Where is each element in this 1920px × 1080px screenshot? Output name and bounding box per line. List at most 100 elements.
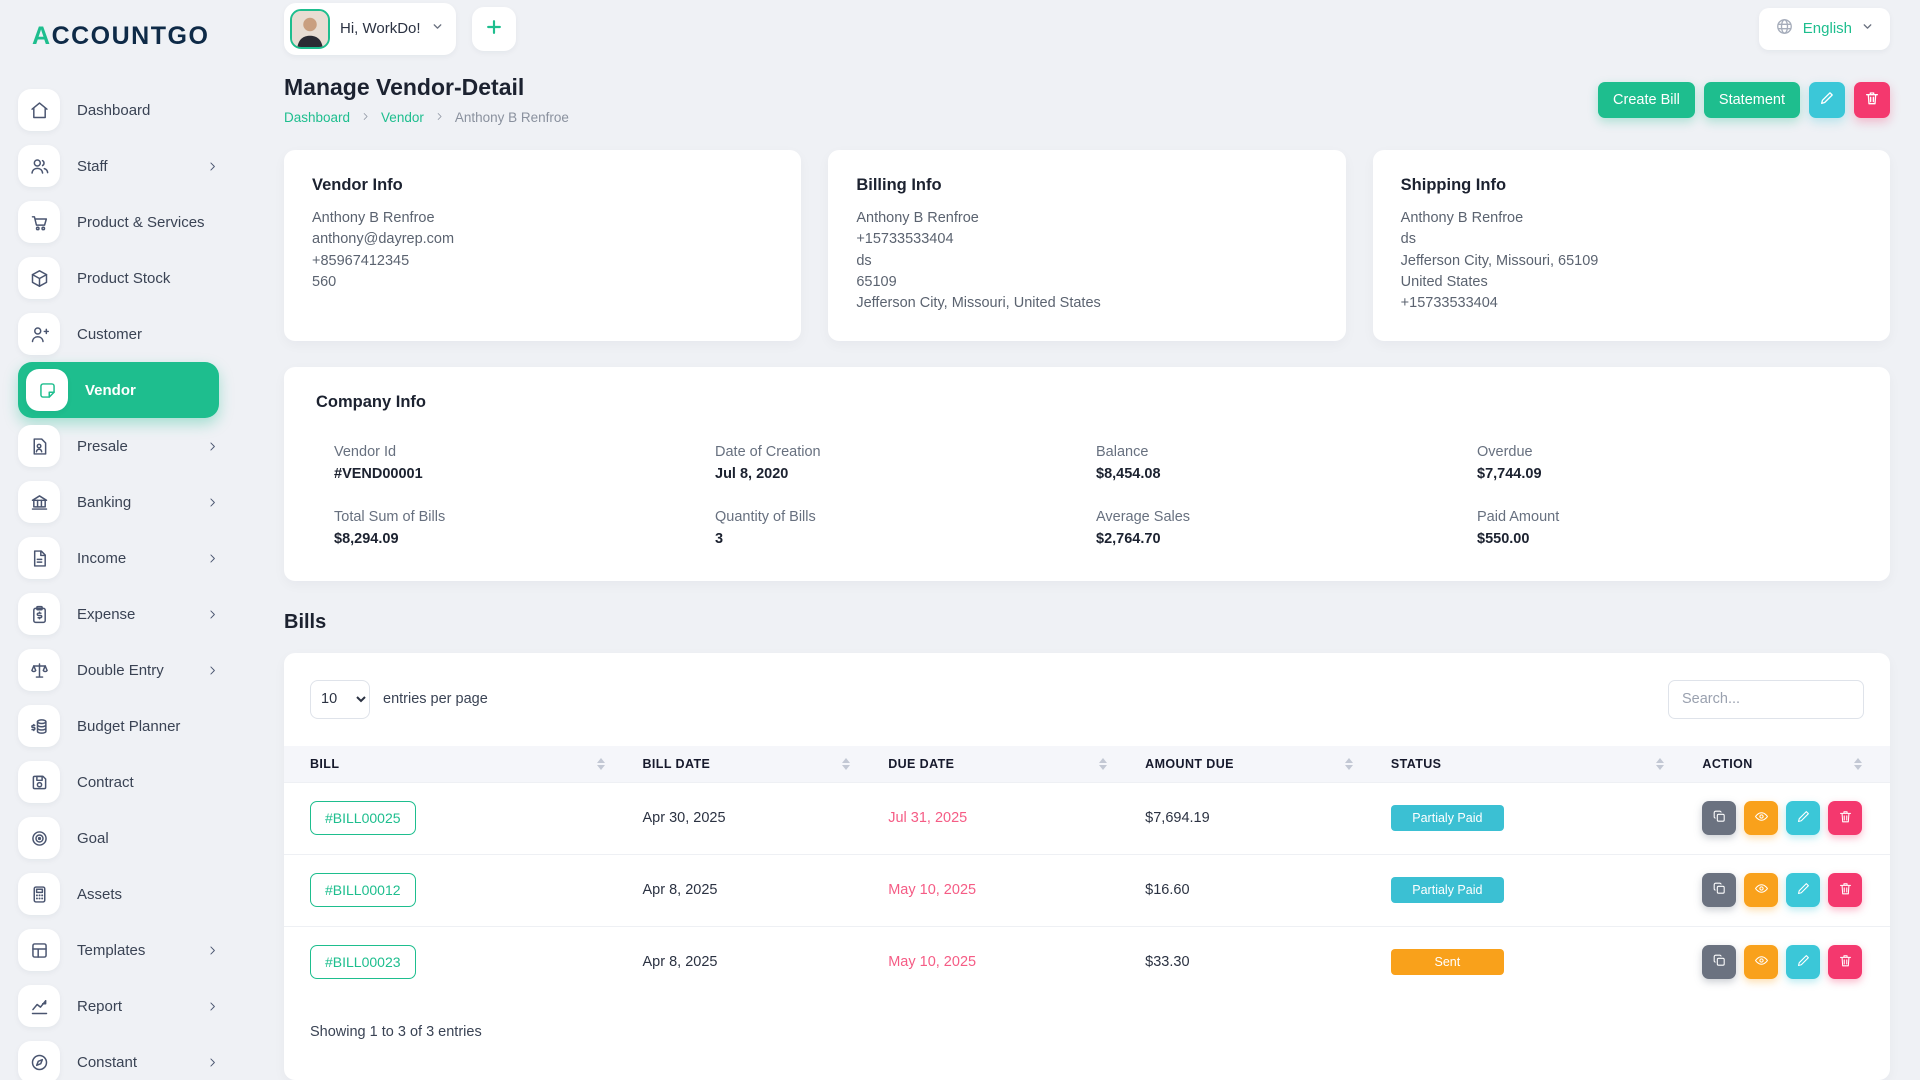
column-header-amount-due[interactable]: AMOUNT DUE [1135,746,1381,783]
sidebar-item-label: Budget Planner [77,718,180,735]
cart-icon [18,201,60,243]
column-header-bill[interactable]: BILL [284,746,633,783]
avatar [290,9,330,49]
sidebar-item-expense[interactable]: Expense [18,586,233,642]
column-header-status[interactable]: STATUS [1381,746,1693,783]
entries-per-page-select[interactable]: 10 [310,680,370,719]
coins-icon [18,705,60,747]
field-value: 3 [715,531,1096,547]
delete-bill-button[interactable] [1828,873,1862,907]
chevron-right-icon [206,160,219,173]
view-bill-button[interactable] [1744,801,1778,835]
sidebar-item-label: Constant [77,1054,137,1071]
pencil-icon [1819,90,1835,110]
company-field-total-sum-of-bills: Total Sum of Bills $8,294.09 [334,509,715,547]
trash-icon [1864,90,1880,110]
status-badge: Partialy Paid [1391,877,1504,903]
sidebar-item-constant[interactable]: Constant [18,1034,233,1080]
field-label: Balance [1096,444,1477,460]
bill-date-cell: Apr 8, 2025 [633,854,879,926]
sidebar-item-customer[interactable]: Customer [18,306,233,362]
delete-bill-button[interactable] [1828,801,1862,835]
sidebar-item-product-stock[interactable]: Product Stock [18,250,233,306]
sort-icon [1345,758,1353,770]
column-header-bill-date[interactable]: BILL DATE [633,746,879,783]
sort-icon [1099,758,1107,770]
search-input[interactable] [1668,680,1864,719]
bill-row: #BILL00023 Apr 8, 2025 May 10, 2025 $33.… [284,926,1890,998]
create-bill-button[interactable]: Create Bill [1598,82,1695,118]
user-menu[interactable]: Hi, WorkDo! [284,3,456,55]
view-bill-button[interactable] [1744,873,1778,907]
brand-logo: ACCOUNTGO [18,0,233,72]
column-label: AMOUNT DUE [1145,757,1234,771]
statement-button[interactable]: Statement [1704,82,1800,118]
bill-number-link[interactable]: #BILL00012 [310,873,416,907]
edit-bill-button[interactable] [1786,945,1820,979]
sidebar-item-dashboard[interactable]: Dashboard [18,82,233,138]
chevron-right-icon [206,608,219,621]
sidebar-item-income[interactable]: Income [18,530,233,586]
main-column: Hi, WorkDo! English [233,0,1920,1080]
trash-icon [1838,953,1853,971]
row-actions [1702,801,1880,835]
duplicate-bill-button[interactable] [1702,873,1736,907]
due-date-cell: May 10, 2025 [878,926,1135,998]
users-icon [18,145,60,187]
info-line: Anthony B Renfroe [312,208,773,229]
add-button[interactable] [472,7,516,51]
brand-rest: CCOUNTGO [52,22,210,50]
status-badge: Partialy Paid [1391,805,1504,831]
sidebar-item-budget-planner[interactable]: Budget Planner [18,698,233,754]
duplicate-bill-button[interactable] [1702,801,1736,835]
duplicate-bill-button[interactable] [1702,945,1736,979]
chevron-down-icon [1861,20,1874,38]
info-line: Anthony B Renfroe [856,208,1317,229]
info-cards-row: Vendor InfoAnthony B Renfroeanthony@dayr… [284,150,1890,341]
sidebar-item-label: Goal [77,830,109,847]
sidebar-item-goal[interactable]: Goal [18,810,233,866]
breadcrumb-item[interactable]: Vendor [381,110,424,125]
breadcrumb-item[interactable]: Dashboard [284,110,350,125]
edit-vendor-button[interactable] [1809,82,1845,118]
column-header-due-date[interactable]: DUE DATE [878,746,1135,783]
chart-icon [18,985,60,1027]
sidebar-item-contract[interactable]: Contract [18,754,233,810]
view-bill-button[interactable] [1744,945,1778,979]
field-value: $8,454.08 [1096,466,1477,482]
info-line: 65109 [856,272,1317,293]
sidebar-nav: DashboardStaffProduct & ServicesProduct … [18,82,233,1080]
home-icon [18,89,60,131]
due-date-cell: May 10, 2025 [878,854,1135,926]
topbar: Hi, WorkDo! English [233,0,1920,58]
bill-row: #BILL00025 Apr 30, 2025 Jul 31, 2025 $7,… [284,782,1890,854]
sidebar-item-assets[interactable]: Assets [18,866,233,922]
sidebar-item-report[interactable]: Report [18,978,233,1034]
info-line: anthony@dayrep.com [312,229,773,250]
edit-bill-button[interactable] [1786,873,1820,907]
sidebar-item-templates[interactable]: Templates [18,922,233,978]
delete-bill-button[interactable] [1828,945,1862,979]
entries-per-page-label: entries per page [383,691,488,707]
delete-vendor-button[interactable] [1854,82,1890,118]
sidebar-item-staff[interactable]: Staff [18,138,233,194]
billing-info-card: Billing InfoAnthony B Renfroe+1573353340… [828,150,1345,341]
company-field-overdue: Overdue $7,744.09 [1477,444,1858,482]
bill-number-link[interactable]: #BILL00025 [310,801,416,835]
sidebar-item-product-services[interactable]: Product & Services [18,194,233,250]
field-value: $2,764.70 [1096,531,1477,547]
sidebar-item-label: Income [77,550,126,567]
sidebar-item-presale[interactable]: Presale [18,418,233,474]
language-selector[interactable]: English [1759,8,1890,50]
sidebar-item-double-entry[interactable]: Double Entry [18,642,233,698]
column-header-action[interactable]: ACTION [1692,746,1890,783]
sidebar-item-vendor[interactable]: Vendor [18,362,219,418]
sidebar-item-banking[interactable]: Banking [18,474,233,530]
bills-table: BILL BILL DATE DUE DATE AMOUNT DUE STATU… [284,746,1890,999]
sidebar-item-label: Expense [77,606,135,623]
edit-bill-button[interactable] [1786,801,1820,835]
info-line: ds [856,251,1317,272]
bill-number-link[interactable]: #BILL00023 [310,945,416,979]
bill-row: #BILL00012 Apr 8, 2025 May 10, 2025 $16.… [284,854,1890,926]
table-body: #BILL00025 Apr 30, 2025 Jul 31, 2025 $7,… [284,782,1890,998]
